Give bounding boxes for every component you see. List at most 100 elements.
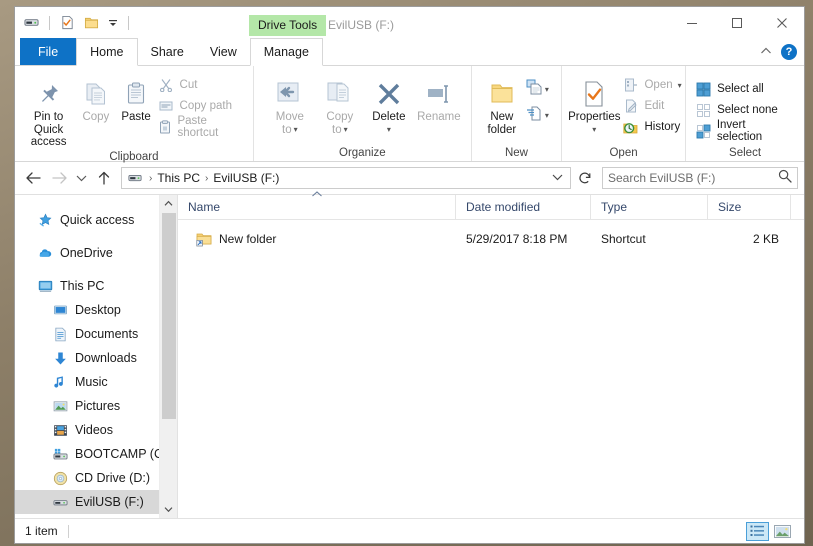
move-to-caret-icon[interactable]: ▾: [294, 124, 298, 137]
select-all-icon: [695, 81, 712, 98]
column-header-date-modified[interactable]: Date modified: [456, 195, 591, 219]
column-header-name[interactable]: Name: [178, 191, 456, 219]
file-list-pane: Name Date modified Type Size New folder …: [178, 191, 804, 518]
properties-button[interactable]: Properties ▾: [568, 73, 620, 136]
select-group-label: Select: [729, 147, 762, 159]
move-to-label-2: to: [282, 123, 292, 136]
quick-access-toolbar: [15, 7, 132, 38]
invert-selection-button[interactable]: Invert selection: [695, 119, 797, 143]
select-none-button[interactable]: Select none: [695, 100, 797, 120]
breadcrumb-separator-1[interactable]: ›: [147, 173, 154, 184]
breadcrumb[interactable]: › This PC › EvilUSB (F:): [121, 167, 571, 189]
paste-button[interactable]: Paste: [117, 73, 156, 124]
file-date-cell: 5/29/2017 8:18 PM: [466, 231, 568, 246]
column-header-type[interactable]: Type: [591, 195, 708, 219]
sidebar-item-desktop[interactable]: Desktop: [15, 298, 159, 322]
sidebar-item-quick-access[interactable]: Quick access: [15, 208, 159, 232]
explorer-content: Quick access OneDrive This PC Desktop Do…: [15, 191, 804, 518]
large-icons-view-button[interactable]: [771, 522, 794, 541]
move-to-button[interactable]: Move to ▾: [266, 73, 314, 136]
copy-path-button[interactable]: Copy path: [158, 96, 246, 116]
sidebar-item-pictures[interactable]: Pictures: [15, 394, 159, 418]
new-split-buttons: ▾ ▾: [526, 73, 549, 126]
back-button[interactable]: [21, 166, 45, 190]
scroll-down-arrow[interactable]: [160, 501, 177, 518]
sidebar-item-downloads[interactable]: Downloads: [15, 346, 159, 370]
sidebar-item-videos[interactable]: Videos: [15, 418, 159, 442]
recent-locations-button[interactable]: [73, 166, 90, 190]
cut-label: Cut: [179, 79, 198, 91]
search-icon[interactable]: [778, 169, 792, 188]
table-row[interactable]: New folder 5/29/2017 8:18 PM Shortcut 2 …: [178, 228, 804, 249]
breadcrumb-separator-2[interactable]: ›: [203, 173, 210, 184]
nav-gap-1: [15, 232, 159, 241]
invert-selection-label: Invert selection: [716, 119, 763, 143]
new-folder-icon[interactable]: [82, 13, 101, 32]
scroll-up-arrow[interactable]: [160, 195, 177, 212]
easy-access-button[interactable]: ▾: [526, 105, 549, 126]
copy-to-button[interactable]: Copy to ▾: [316, 73, 364, 136]
invert-selection-icon: [695, 123, 712, 140]
tab-file[interactable]: File: [20, 38, 77, 65]
forward-button[interactable]: [47, 166, 71, 190]
tab-share[interactable]: Share: [138, 38, 197, 65]
ribbon-group-organize: Move to ▾ Copy to ▾ Delete ▾ Rename Orga…: [252, 66, 471, 161]
rename-label: Rename: [417, 111, 461, 123]
sidebar-item-music[interactable]: Music: [15, 370, 159, 394]
navigation-scrollbar[interactable]: [159, 195, 177, 518]
history-button[interactable]: History: [622, 117, 685, 137]
column-header-size[interactable]: Size: [708, 195, 791, 219]
cut-button[interactable]: Cut: [158, 75, 246, 95]
drive-icon[interactable]: [22, 13, 41, 32]
select-all-button[interactable]: Select all: [695, 79, 797, 99]
delete-caret-icon[interactable]: ▾: [387, 124, 391, 137]
tab-view[interactable]: View: [197, 38, 250, 65]
open-button[interactable]: Open ▾: [622, 75, 685, 95]
sidebar-item-this-pc[interactable]: This PC: [15, 274, 159, 298]
properties-caret-icon[interactable]: ▾: [592, 124, 596, 137]
customize-qat-caret[interactable]: [106, 13, 120, 32]
breadcrumb-dropdown-icon[interactable]: [552, 173, 566, 184]
copy-to-caret-icon[interactable]: ▾: [344, 124, 348, 137]
cloud-icon: [37, 245, 53, 261]
copy-path-icon: [158, 98, 175, 115]
refresh-button[interactable]: [574, 167, 596, 189]
sidebar-item-bootcamp[interactable]: BOOTCAMP (C:): [15, 442, 159, 466]
title-bar[interactable]: Drive Tools EvilUSB (F:): [15, 7, 804, 38]
pin-to-quick-access-button[interactable]: Pin to Quick access: [22, 73, 75, 149]
new-item-caret-icon[interactable]: ▾: [545, 85, 549, 94]
sidebar-item-evilusb[interactable]: EvilUSB (F:): [15, 490, 159, 514]
properties-icon[interactable]: [58, 13, 77, 32]
minimize-button[interactable]: [669, 7, 714, 38]
easy-access-caret-icon[interactable]: ▾: [545, 111, 549, 120]
search-input[interactable]: Search EvilUSB (F:): [602, 167, 798, 189]
paste-shortcut-button[interactable]: Paste shortcut: [158, 115, 246, 139]
breadcrumb-item-this-pc[interactable]: This PC: [157, 171, 200, 185]
up-button[interactable]: [92, 166, 116, 190]
new-folder-label-2: folder: [487, 123, 517, 136]
tab-home[interactable]: Home: [76, 38, 138, 66]
sidebar-item-documents[interactable]: Documents: [15, 322, 159, 346]
open-caret-icon[interactable]: ▾: [678, 81, 682, 90]
rename-button[interactable]: Rename: [414, 73, 464, 124]
sidebar-item-onedrive[interactable]: OneDrive: [15, 241, 159, 265]
sidebar-item-cd-drive[interactable]: CD Drive (D:): [15, 466, 159, 490]
details-view-button[interactable]: [746, 521, 769, 541]
sidebar-label-documents: Documents: [75, 327, 139, 341]
breadcrumb-item-evilusb[interactable]: EvilUSB (F:): [213, 171, 279, 185]
edit-button[interactable]: Edit: [622, 96, 685, 116]
copy-button[interactable]: Copy: [77, 73, 114, 124]
file-list[interactable]: New folder 5/29/2017 8:18 PM Shortcut 2 …: [178, 220, 804, 518]
sidebar-label-onedrive: OneDrive: [60, 246, 113, 260]
sort-ascending-icon: [311, 189, 322, 200]
new-item-button[interactable]: ▾: [526, 79, 549, 100]
new-folder-button[interactable]: New folder: [480, 73, 524, 136]
scrollbar-thumb[interactable]: [161, 213, 176, 419]
close-button[interactable]: [759, 7, 804, 38]
delete-button[interactable]: Delete ▾: [366, 73, 412, 136]
collapse-ribbon-icon[interactable]: [760, 46, 772, 58]
help-icon[interactable]: ?: [781, 43, 797, 60]
tab-manage[interactable]: Manage: [249, 38, 323, 66]
maximize-button[interactable]: [714, 7, 759, 38]
ribbon-tab-strip: File Home Share View Manage ?: [15, 38, 804, 66]
